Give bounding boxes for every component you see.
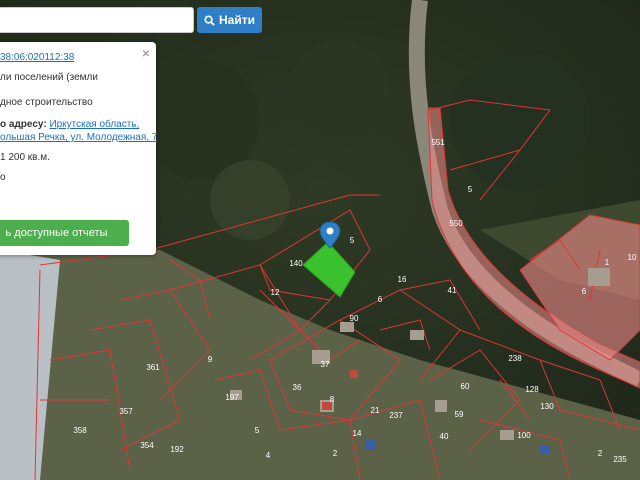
parcel-number-label: 4 [266,451,271,460]
parcel-number-label: 130 [540,402,554,411]
parcel-number-label: 9 [208,355,213,364]
parcel-number-label: 550 [449,219,463,228]
parcel-number-label: 2 [598,449,603,458]
parcel-number-label: 100 [517,431,531,440]
parcel-number-label: 2 [333,449,338,458]
parcel-number-label: 361 [146,363,160,372]
parcel-number-label: 36 [293,383,302,392]
parcel-number-label: 16 [398,275,407,284]
address-link-line1[interactable]: Иркутская область, [49,119,139,130]
parcel-number-label: 8 [330,395,335,404]
reports-button[interactable]: ь доступные отчеты [0,220,129,246]
address-link-line2[interactable]: ольшая Речка, ул. Молодежная, 7 [0,132,157,143]
parcel-number-label: 358 [73,426,87,435]
address-label: о адресу: [0,119,47,130]
permitted-use: дное строительство [0,97,93,108]
parcel-number-label: 354 [140,441,154,450]
parcel-area: 1 200 кв.м. [0,152,50,163]
parcel-number-label: 235 [613,455,627,464]
cadastral-number-link[interactable]: 38:06:020112:38 [0,52,74,63]
close-icon[interactable]: × [142,45,150,61]
parcel-number-label: 5 [255,426,260,435]
parcel-number-label: 192 [170,445,184,454]
parcel-number-label: 40 [440,432,449,441]
parcel-number-label: 6 [582,287,587,296]
parcel-number-label: 140 [289,259,303,268]
parcel-number-label: 12 [271,288,280,297]
parcel-number-label: 21 [371,406,380,415]
parcel-number-label: 551 [431,138,445,147]
parcel-number-label: 90 [350,314,359,323]
parcel-number-label: 60 [461,382,470,391]
land-category: ли поселений (земли [0,72,98,83]
search-button[interactable]: Найти [197,7,262,33]
parcel-number-label: 14 [353,429,362,438]
search-icon [204,14,215,26]
parcel-number-label: 59 [455,410,464,419]
parcel-number-label: 5 [350,236,355,245]
parcel-number-label: 357 [119,407,133,416]
parcel-number-label: 238 [508,354,522,363]
parcel-number-label: 37 [321,360,330,369]
parcel-info-popup: × 38:06:020112:38 ли поселений (земли дн… [0,42,157,255]
search-input[interactable] [0,7,194,33]
parcel-number-label: 41 [448,286,457,295]
search-button-label: Найти [219,13,255,27]
parcel-number-label: 197 [225,393,239,402]
parcel-number-label: 5 [468,185,473,194]
parcel-number-label: 1 [605,258,610,267]
extra-info: о [0,172,6,183]
parcel-number-label: 6 [378,295,383,304]
parcel-number-label: 10 [628,253,637,262]
parcel-number-label: 128 [525,385,539,394]
parcel-number-label: 237 [389,411,403,420]
